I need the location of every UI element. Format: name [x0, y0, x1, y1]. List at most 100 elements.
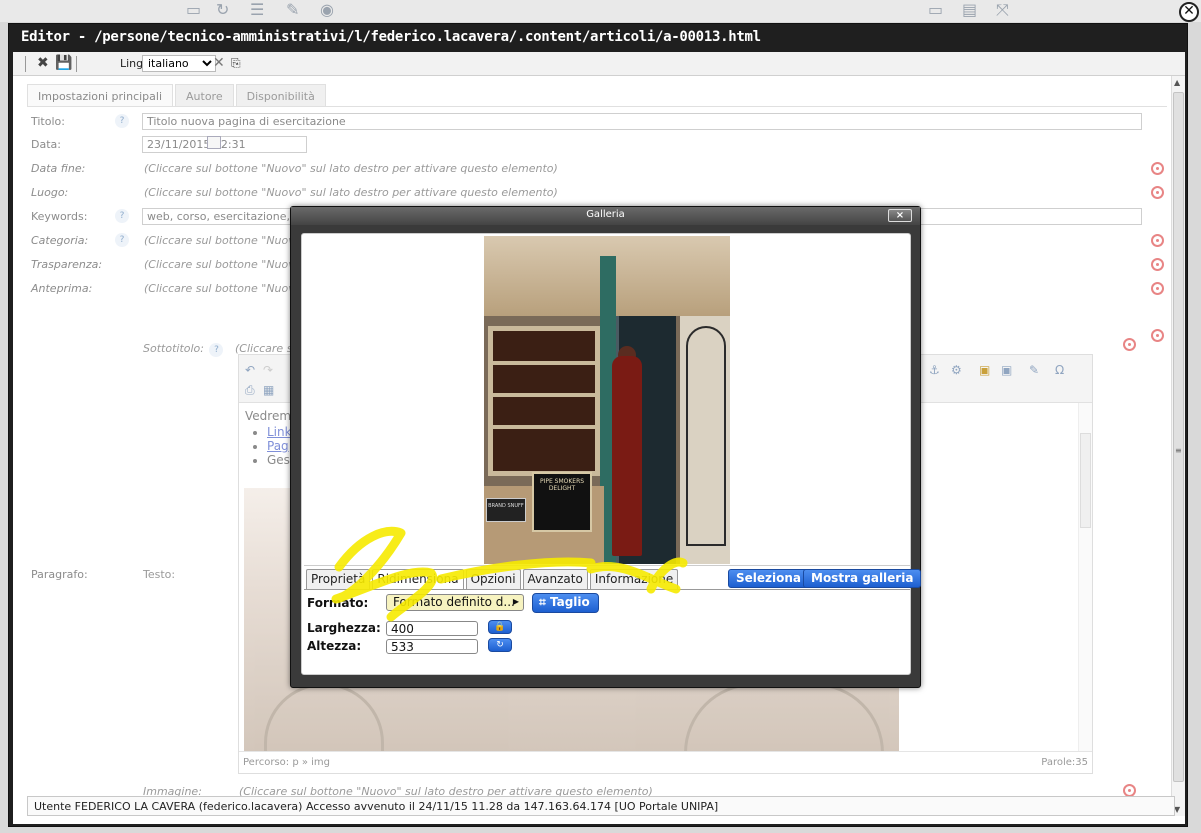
close-x-icon[interactable]: ✕: [213, 55, 225, 71]
add-new-icon[interactable]: [1151, 234, 1164, 247]
gallery-panel: PIPE SMOKERS DELIGHT BRAND SNUFF Proprie…: [301, 233, 922, 675]
tab-divider: [304, 589, 910, 590]
taglio-label: Taglio: [549, 595, 590, 609]
mostra-galleria-button[interactable]: Mostra galleria: [803, 569, 922, 588]
add-new-icon[interactable]: [1151, 258, 1164, 271]
copy-icon[interactable]: ⎘: [231, 55, 241, 71]
scroll-up-icon[interactable]: ▲: [1174, 78, 1180, 87]
help-icon[interactable]: ?: [115, 209, 129, 223]
dropdown-arrow-icon: ▶: [512, 597, 519, 606]
toolbar-separator: [76, 56, 77, 72]
reset-icon[interactable]: ↻: [488, 638, 512, 652]
luogo-hint: (Cliccare sul bottone "Nuovo" sul lato d…: [144, 186, 558, 199]
sottotitolo-label: Sottotitolo:: [143, 342, 204, 355]
calendar-icon[interactable]: [207, 136, 221, 149]
help-icon[interactable]: ?: [115, 233, 129, 247]
path-text: Percorso: p » img: [243, 757, 331, 768]
tab-avanzato[interactable]: Avanzato: [522, 569, 588, 589]
seleziona-button[interactable]: Seleziona: [728, 569, 810, 588]
list-icon: ☰: [250, 0, 265, 19]
omega-icon[interactable]: Ω: [1055, 363, 1064, 377]
list-item: Link: [267, 425, 292, 439]
status-bar: Utente FEDERICO LA CAVERA (federico.laca…: [27, 796, 1175, 816]
format-select[interactable]: Formato definito d... ▶: [386, 594, 524, 611]
lock-ratio-icon[interactable]: 🔒: [488, 620, 512, 634]
titolo-input[interactable]: Titolo nuova pagina di esercitazione: [142, 113, 1142, 130]
crop-icon: ⌗: [539, 595, 546, 609]
save-icon[interactable]: 💾: [55, 55, 72, 71]
anchor-icon[interactable]: ⚓: [929, 363, 940, 377]
help-icon[interactable]: ?: [115, 114, 129, 128]
row-data-fine: Data fine: (Cliccare sul bottone "Nuovo"…: [27, 160, 1177, 178]
tab-opzioni[interactable]: Opzioni: [465, 569, 521, 589]
image-arch: [684, 683, 884, 753]
add-new-icon[interactable]: [1151, 162, 1164, 175]
rte-scrollbar[interactable]: [1078, 403, 1092, 753]
image-arch: [264, 683, 384, 753]
redo-icon[interactable]: ↷: [263, 363, 273, 377]
add-new-icon[interactable]: [1123, 338, 1136, 351]
tab-autore[interactable]: Autore: [175, 84, 234, 106]
add-new-icon[interactable]: [1151, 186, 1164, 199]
folder-icon[interactable]: ▣: [979, 363, 990, 377]
tab-disponibilita[interactable]: Disponibilità: [235, 84, 326, 106]
data-fine-hint: (Cliccare sul bottone "Nuovo" sul lato d…: [144, 162, 558, 175]
preview-photo[interactable]: PIPE SMOKERS DELIGHT BRAND SNUFF: [484, 236, 730, 564]
gallery-close-button[interactable]: ×: [888, 209, 912, 222]
layout-icon: ▤: [962, 0, 978, 19]
titolo-label: Titolo:: [31, 115, 65, 128]
photo-banner-text: BRAND SNUFF: [486, 498, 526, 522]
format-value: Formato definito d...: [393, 595, 515, 609]
history-icon: ↻: [216, 0, 230, 19]
data-label: Data:: [31, 138, 61, 151]
tab-divider: [27, 106, 1167, 107]
table-icon[interactable]: ▦: [263, 383, 274, 397]
delete-save-icon[interactable]: ✖: [37, 55, 49, 71]
tab-impostazioni[interactable]: Impostazioni principali: [27, 84, 174, 106]
image-preview: PIPE SMOKERS DELIGHT BRAND SNUFF: [304, 236, 910, 566]
tab-proprieta[interactable]: Proprietà: [306, 569, 371, 589]
language-select[interactable]: italiano: [142, 55, 216, 72]
width-input[interactable]: 400: [386, 621, 478, 636]
row-titolo: Titolo: ? Titolo nuova pagina di esercit…: [27, 113, 1177, 131]
print-icon[interactable]: ⎙: [245, 383, 255, 398]
window-icon: ▭: [928, 0, 944, 19]
background-toolbar: ▭ ↻ ☰ ✎ ◉ ▭ ▤ ⤧: [0, 0, 1201, 22]
height-input[interactable]: 533: [386, 639, 478, 654]
tab-informazione[interactable]: Informazione: [589, 569, 679, 589]
edit-icon: ✎: [286, 0, 300, 19]
tab-ridimensiona[interactable]: Ridimensiona: [372, 569, 464, 589]
target-icon: ◉: [320, 0, 334, 19]
photo-shelf: [493, 425, 595, 429]
photo-arch: [686, 326, 726, 546]
list-link[interactable]: Pag: [267, 439, 289, 453]
rte-scroll-thumb[interactable]: [1080, 433, 1091, 528]
list-item: Pag: [267, 439, 292, 453]
anteprima-label: Anteprima:: [31, 282, 93, 295]
word-count: Parole:35: [1041, 757, 1088, 768]
photo-sign: PIPE SMOKERS DELIGHT: [532, 472, 592, 532]
close-editor-icon[interactable]: ✕: [1179, 2, 1199, 22]
height-label: Altezza:: [307, 639, 362, 653]
gallery-title: Galleria: [291, 207, 920, 225]
photo-shelf: [493, 393, 595, 397]
rte-statusbar: Percorso: p » img Parole:35: [239, 751, 1092, 773]
testo-label: Testo:: [143, 568, 176, 581]
content-list: Link Pag Ges: [249, 425, 292, 467]
add-new-icon[interactable]: [1151, 282, 1164, 295]
save-icon: ▭: [186, 0, 202, 19]
expand-icon: ⤧: [996, 0, 1009, 19]
width-label: Larghezza:: [307, 621, 381, 635]
photo-shop-window: [488, 326, 600, 476]
add-new-icon[interactable]: [1151, 329, 1164, 342]
taglio-button[interactable]: ⌗ Taglio: [532, 593, 599, 613]
help-icon[interactable]: ?: [209, 343, 224, 357]
editor-toolbar: ✖ 💾 Lingua italiano ✕ ⎘: [13, 52, 1185, 76]
gear-icon[interactable]: ⚙: [951, 363, 962, 377]
undo-icon[interactable]: ↶: [245, 363, 255, 377]
data-fine-label: Data fine:: [31, 162, 86, 175]
list-link[interactable]: Link: [267, 425, 292, 439]
data-input[interactable]: 23/11/2015 12:31: [142, 136, 307, 153]
folder2-icon[interactable]: ▣: [1001, 363, 1012, 377]
edit-note-icon[interactable]: ✎: [1029, 363, 1039, 377]
